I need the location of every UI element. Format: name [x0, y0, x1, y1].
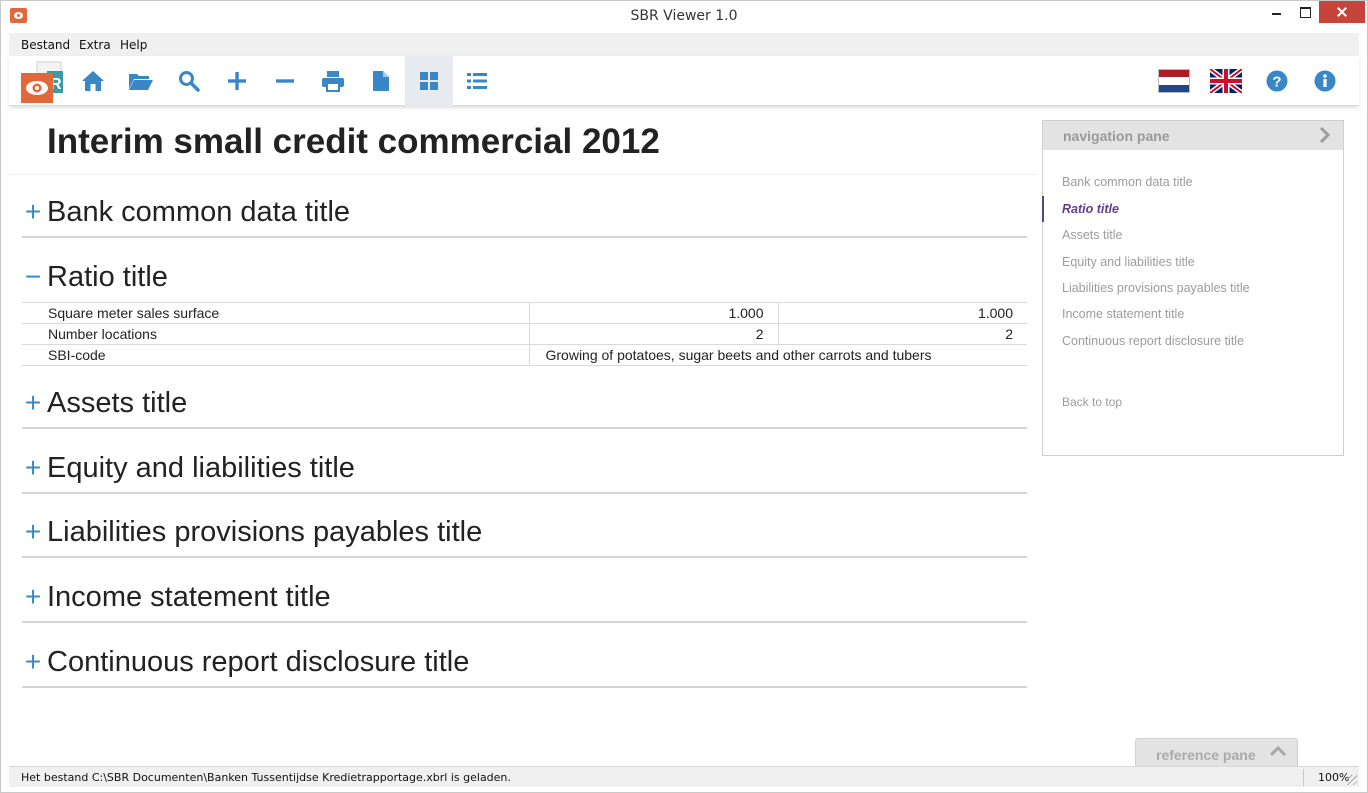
- status-bar: Het bestand C:\SBR Documenten\Banken Tus…: [9, 766, 1359, 787]
- active-nav-marker: [1042, 196, 1044, 222]
- document-icon[interactable]: [357, 56, 405, 106]
- status-message: Het bestand C:\SBR Documenten\Banken Tus…: [21, 771, 511, 784]
- title-divider: [9, 174, 1037, 175]
- expand-all-icon[interactable]: [213, 56, 261, 106]
- resize-grip-icon[interactable]: [1347, 775, 1357, 785]
- nav-link-bank-common-data[interactable]: Bank common data title: [1062, 175, 1193, 189]
- navigation-pane-title: navigation pane: [1063, 128, 1170, 144]
- nav-link-ratio[interactable]: Ratio title: [1062, 202, 1119, 216]
- section-liabilities-provisions[interactable]: + Liabilities provisions payables title: [22, 508, 1027, 558]
- close-button[interactable]: [1319, 1, 1365, 23]
- status-divider: [1303, 769, 1304, 786]
- svg-text:?: ?: [1272, 74, 1281, 91]
- title-bar: SBR Viewer 1.0: [1, 1, 1367, 32]
- section-label[interactable]: Continuous report disclosure title: [47, 646, 469, 679]
- menu-extra[interactable]: Extra: [79, 38, 111, 52]
- search-icon[interactable]: [165, 56, 213, 106]
- nav-link-liabilities-provisions[interactable]: Liabilities provisions payables title: [1062, 281, 1250, 295]
- row-value: 1.000: [528, 302, 778, 324]
- chevron-up-icon[interactable]: [1269, 744, 1287, 763]
- toolbar: R ?: [9, 56, 1359, 106]
- document-title: Interim small credit commercial 2012: [47, 122, 660, 161]
- collapse-all-icon[interactable]: [261, 56, 309, 106]
- section-ratio[interactable]: − Ratio title: [22, 253, 1027, 301]
- chevron-right-icon[interactable]: [1319, 126, 1331, 149]
- expand-icon[interactable]: +: [22, 646, 44, 678]
- section-assets[interactable]: + Assets title: [22, 379, 1027, 429]
- reference-pane-title: reference pane: [1156, 747, 1256, 763]
- row-value: 2: [528, 323, 778, 345]
- expand-icon[interactable]: +: [22, 452, 44, 484]
- collapse-icon[interactable]: −: [22, 261, 44, 293]
- row-label: SBI-code: [22, 344, 529, 366]
- row-label: Square meter sales surface: [22, 302, 529, 324]
- row-label: Number locations: [22, 323, 529, 345]
- nav-link-income-statement[interactable]: Income statement title: [1062, 307, 1184, 321]
- section-equity-liabilities[interactable]: + Equity and liabilities title: [22, 444, 1027, 494]
- help-icon[interactable]: ?: [1253, 56, 1301, 106]
- minimize-button[interactable]: [1263, 1, 1291, 23]
- table-row: Square meter sales surface 1.000 1.000: [22, 302, 1027, 324]
- row-value: Growing of potatoes, sugar beets and oth…: [528, 344, 1027, 366]
- expand-icon[interactable]: +: [22, 581, 44, 613]
- section-label[interactable]: Liabilities provisions payables title: [47, 516, 482, 549]
- section-label[interactable]: Income statement title: [47, 581, 331, 614]
- info-icon[interactable]: [1301, 56, 1349, 106]
- table-row: SBI-code Growing of potatoes, sugar beet…: [22, 344, 1027, 366]
- maximize-button[interactable]: [1291, 1, 1319, 23]
- grid-view-icon[interactable]: [405, 56, 453, 106]
- row-value: 2: [777, 323, 1027, 345]
- nav-link-assets[interactable]: Assets title: [1062, 228, 1122, 242]
- section-label[interactable]: Bank common data title: [47, 196, 350, 229]
- app-window: SBR Viewer 1.0 Bestand Extra Help R ? In…: [0, 0, 1368, 793]
- row-value: 1.000: [777, 302, 1027, 324]
- table-row: Number locations 2 2: [22, 323, 1027, 345]
- section-label[interactable]: Assets title: [47, 387, 187, 420]
- expand-icon[interactable]: +: [22, 387, 44, 419]
- list-view-icon[interactable]: [453, 56, 501, 106]
- nav-link-continuous-report[interactable]: Continuous report disclosure title: [1062, 334, 1244, 348]
- section-label[interactable]: Equity and liabilities title: [47, 452, 355, 485]
- section-continuous-report[interactable]: + Continuous report disclosure title: [22, 638, 1027, 688]
- window-title: SBR Viewer 1.0: [630, 8, 738, 24]
- print-icon[interactable]: [309, 56, 357, 106]
- menu-help[interactable]: Help: [120, 38, 147, 52]
- section-bank-common-data[interactable]: + Bank common data title: [22, 188, 1027, 238]
- ratio-table: Square meter sales surface 1.000 1.000 N…: [22, 302, 1027, 366]
- sbr-viewer-logo: R: [21, 59, 65, 103]
- menu-bar: Bestand Extra Help: [9, 33, 1359, 56]
- menu-bestand[interactable]: Bestand: [21, 38, 70, 52]
- section-label[interactable]: Ratio title: [47, 261, 168, 294]
- zoom-level: 100%: [1318, 771, 1350, 784]
- expand-icon[interactable]: +: [22, 196, 44, 228]
- section-income-statement[interactable]: + Income statement title: [22, 573, 1027, 623]
- expand-icon[interactable]: +: [22, 516, 44, 548]
- reference-pane-tab[interactable]: reference pane: [1135, 738, 1298, 766]
- nav-link-equity-liabilities[interactable]: Equity and liabilities title: [1062, 255, 1195, 269]
- navigation-pane-header[interactable]: navigation pane: [1043, 121, 1343, 150]
- back-to-top-link[interactable]: Back to top: [1062, 395, 1122, 409]
- uk-flag-icon[interactable]: [1202, 56, 1250, 106]
- home-icon[interactable]: [69, 56, 117, 106]
- dutch-flag-icon[interactable]: [1150, 56, 1198, 106]
- navigation-pane: navigation pane Bank common data title R…: [1042, 120, 1344, 456]
- open-folder-icon[interactable]: [117, 56, 165, 106]
